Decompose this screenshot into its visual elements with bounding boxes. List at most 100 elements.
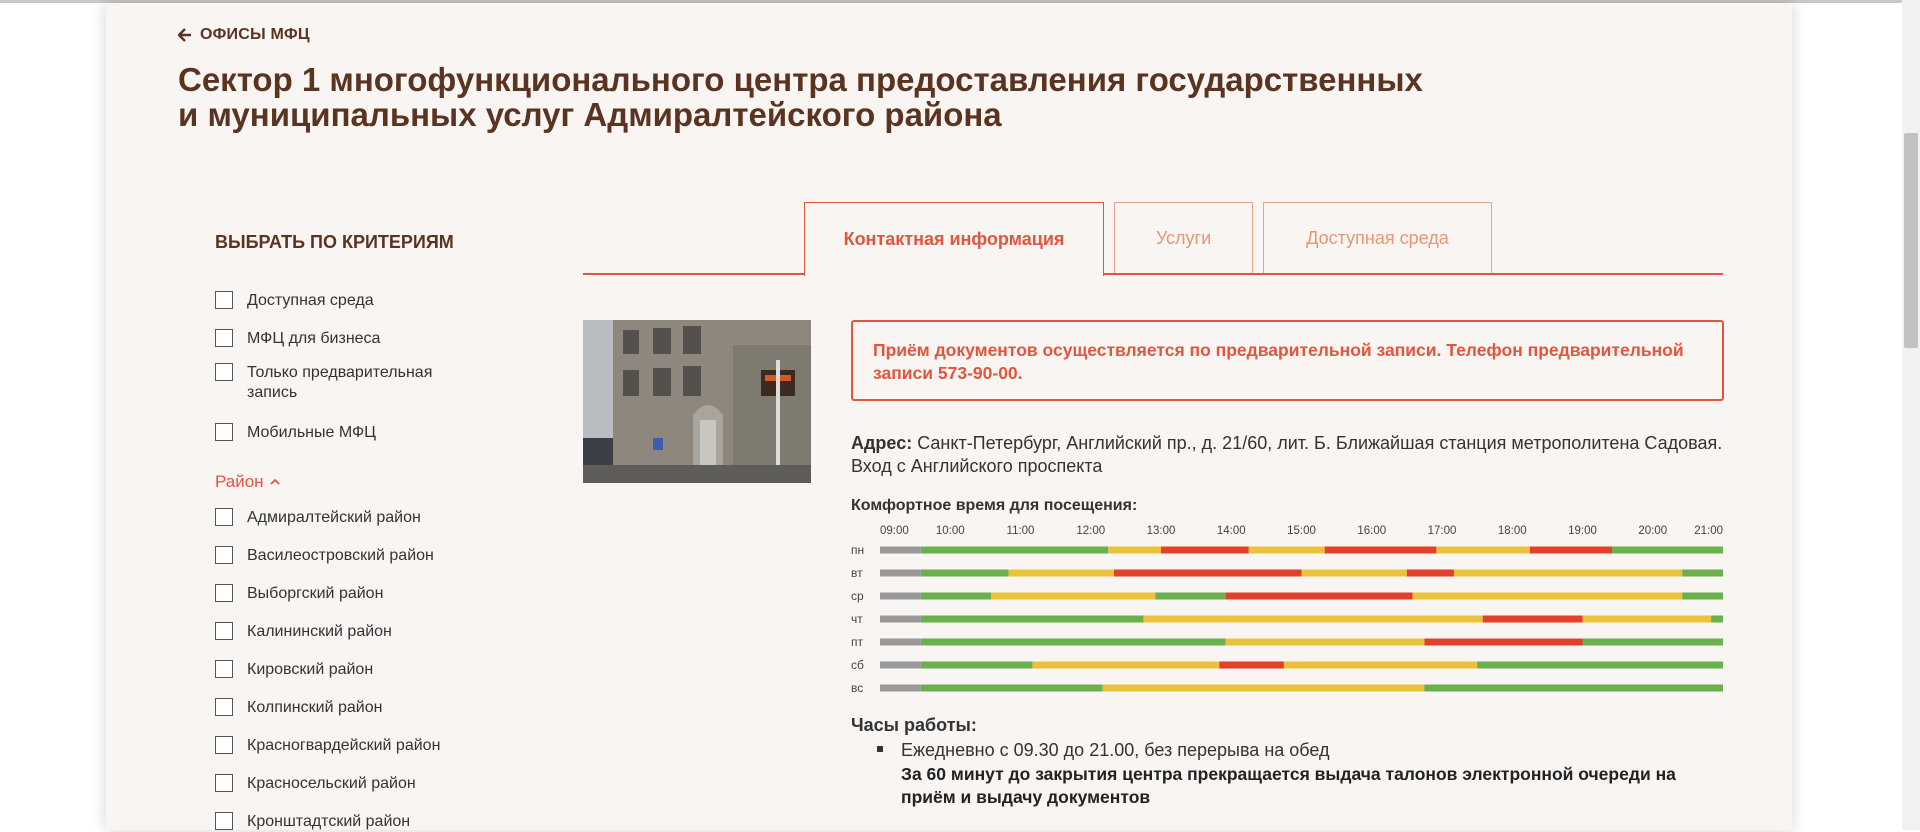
filter-mobile[interactable]: Мобильные МФЦ [215,423,376,443]
day-label: пн [851,543,864,557]
load-segment-closed [880,638,921,646]
load-segment-busy [1482,615,1583,623]
office-photo [583,320,811,483]
load-segment-closed [880,684,921,692]
day-label: чт [851,612,863,626]
load-segment-moderate [1582,615,1712,623]
load-segment-closed [880,569,921,577]
district-item[interactable]: Кировский район [215,660,373,680]
district-item[interactable]: Адмиралтейский район [215,508,421,528]
arrow-left-icon [178,28,191,42]
checkbox[interactable] [215,423,233,441]
district-item[interactable]: Василеостровский район [215,546,434,566]
district-item[interactable]: Колпинский район [215,698,382,718]
time-label: 10:00 [936,525,965,537]
filter-label: Мобильные МФЦ [247,424,377,441]
list-bullet [877,746,883,752]
district-item[interactable]: Красносельский район [215,774,416,794]
checkbox[interactable] [215,736,233,754]
load-segment-closed [880,592,921,600]
district-toggle[interactable]: Район [215,472,281,492]
load-segment-moderate [1032,661,1220,669]
load-segment-comfortable [920,569,1009,577]
working-hours-label: Часы работы: [851,715,977,735]
load-segment-busy [1324,546,1437,554]
filter-label: Только предварительная запись [247,364,433,401]
checkbox[interactable] [215,546,233,564]
district-label: Кронштадтский район [247,813,411,830]
address-text: Санкт-Петербург, Английский пр., д. 21/6… [851,433,1723,476]
back-link-label: ОФИСЫ МФЦ [200,26,310,43]
filter-accessible[interactable]: Доступная среда [215,291,374,311]
district-label: Василеостровский район [247,547,434,564]
load-segment-moderate [1412,592,1683,600]
load-segment-comfortable [920,592,991,600]
load-segment-busy [1219,661,1284,669]
district-item[interactable]: Калининский район [215,622,392,642]
time-label: 09:00 [880,525,909,537]
load-segment-closed [880,546,921,554]
address-block: Адрес: Санкт-Петербург, Английский пр., … [851,432,1731,478]
time-label: 21:00 [1694,525,1723,537]
district-label: Красногвардейский район [247,737,441,754]
time-label: 19:00 [1568,525,1597,537]
load-segment-busy [1225,592,1413,600]
load-segment-comfortable [1682,592,1723,600]
checkbox[interactable] [215,584,233,602]
checkbox[interactable] [215,660,233,678]
time-label: 16:00 [1357,525,1386,537]
day-label: вс [851,681,863,695]
filter-appointment-only[interactable]: Только предварительная запись [215,363,447,403]
checkbox[interactable] [215,774,233,792]
day-label: вт [851,566,863,580]
tab-contact-info[interactable]: Контактная информация [804,202,1104,276]
tabs-underline [583,273,1723,275]
day-label: пт [851,635,863,649]
time-label: 13:00 [1147,525,1176,537]
load-segment-moderate [990,592,1156,600]
load-segment-moderate [1436,546,1530,554]
load-segment-moderate [1008,569,1114,577]
scrollbar-thumb[interactable] [1904,133,1918,348]
tab-services[interactable]: Услуги [1114,202,1253,273]
day-label: ср [851,589,864,603]
time-label: 15:00 [1287,525,1316,537]
district-item[interactable]: Красногвардейский район [215,736,440,756]
load-segment-moderate [1102,684,1425,692]
scrollbar[interactable] [1902,0,1920,830]
load-segment-comfortable [1711,615,1723,623]
checkbox[interactable] [215,329,233,347]
load-segment-moderate [1283,661,1478,669]
load-segment-moderate [1108,546,1161,554]
filter-label: Доступная среда [247,292,374,309]
checkbox[interactable] [215,812,233,830]
filter-business[interactable]: МФЦ для бизнеса [215,329,380,349]
comfort-time-label: Комфортное время для посещения: [851,497,1138,514]
load-segment-closed [880,661,921,669]
checkbox[interactable] [215,622,233,640]
address-label: Адрес: [851,433,913,453]
tab-accessible-environment[interactable]: Доступная среда [1263,202,1492,273]
load-segment-comfortable [1477,661,1723,669]
time-label: 12:00 [1076,525,1105,537]
load-segment-comfortable [1155,592,1226,600]
time-label: 20:00 [1638,525,1667,537]
load-segment-comfortable [1682,569,1723,577]
load-segment-busy [1529,546,1613,554]
filter-heading: ВЫБРАТЬ ПО КРИТЕРИЯМ [215,232,454,252]
load-segment-moderate [1301,569,1407,577]
load-segment-comfortable [1424,684,1723,692]
filter-label: МФЦ для бизнеса [247,330,381,347]
district-item[interactable]: Выборгский район [215,584,383,604]
checkbox[interactable] [215,698,233,716]
checkbox[interactable] [215,363,233,381]
district-label: Колпинский район [247,699,383,716]
checkbox[interactable] [215,508,233,526]
working-hours-text: Ежедневно с 09.30 до 21.00, без перерыва… [901,740,1330,760]
back-to-offices-link[interactable]: ОФИСЫ МФЦ [178,26,310,44]
district-item[interactable]: Кронштадтский район [215,812,410,832]
time-label: 11:00 [1007,525,1035,537]
district-label: Красносельский район [247,775,416,792]
load-segment-closed [880,615,921,623]
checkbox[interactable] [215,291,233,309]
